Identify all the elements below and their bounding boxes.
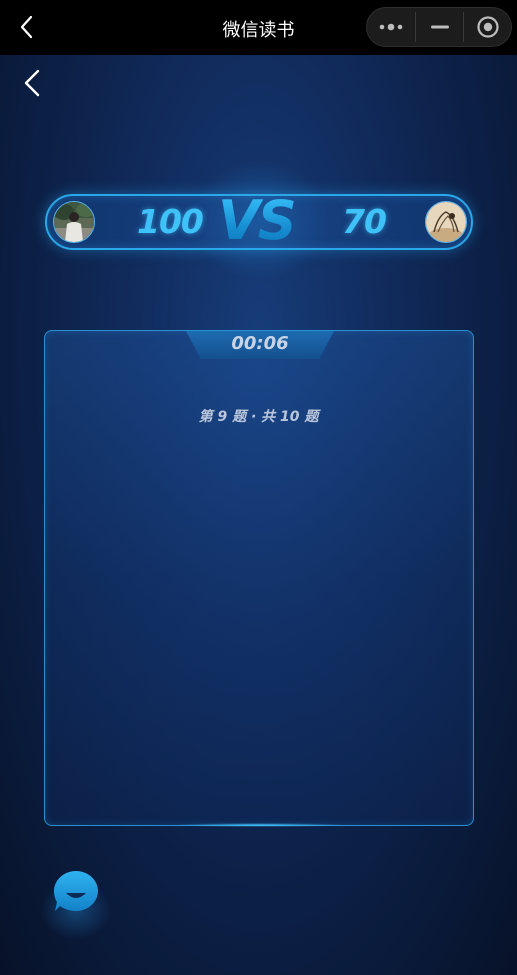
- close-button[interactable]: [464, 8, 512, 46]
- more-dots-icon: [379, 23, 403, 31]
- avatar-photo-left: [54, 202, 94, 242]
- target-circle-icon: [477, 16, 499, 38]
- countdown-timer: 00:06: [231, 333, 289, 354]
- chat-bubble-icon[interactable]: [52, 869, 100, 915]
- minimize-icon: [431, 25, 449, 29]
- player-avatar-right[interactable]: [425, 201, 467, 243]
- battle-screen: 微信读书 100 VS 70 00:06 第 9 题 · 共 10 题: [0, 0, 517, 975]
- mini-program-capsule: [366, 7, 512, 47]
- title-bar: 微信读书: [0, 0, 517, 55]
- left-score: 100: [137, 202, 204, 241]
- question-card: [44, 330, 474, 826]
- avatar-photo-right: [426, 202, 466, 242]
- right-score: 70: [342, 202, 387, 241]
- more-button[interactable]: [367, 8, 415, 46]
- question-progress: 第 9 题 · 共 10 题: [198, 409, 319, 425]
- vs-label: VS: [218, 189, 297, 252]
- card-bottom-glow: [170, 823, 350, 827]
- player-avatar-left[interactable]: [53, 201, 95, 243]
- chevron-left-icon[interactable]: [20, 68, 46, 98]
- minimize-button[interactable]: [416, 8, 464, 46]
